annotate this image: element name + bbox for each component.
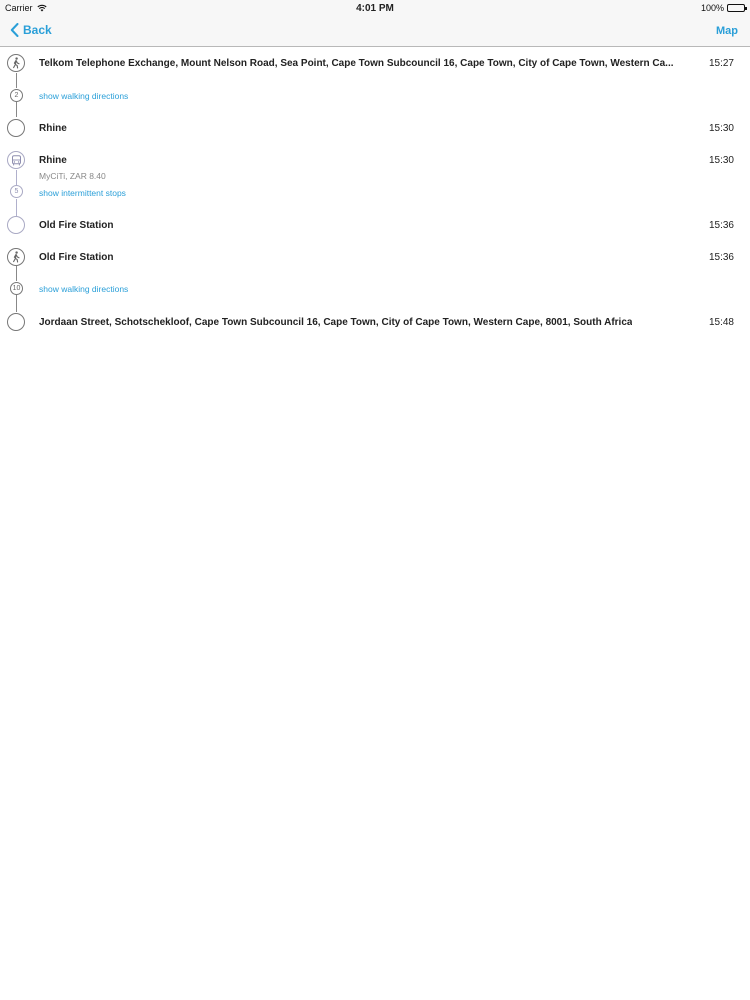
show-walking-directions-link[interactable]: show walking directions	[39, 91, 128, 101]
step-subtitle: MyCiTi, ZAR 8.40	[39, 171, 106, 181]
step-time: 15:36	[708, 220, 734, 231]
step-title: Old Fire Station	[39, 220, 114, 231]
step-count-badge: 2	[10, 89, 23, 102]
show-walking-directions-link[interactable]: show walking directions	[39, 284, 128, 294]
itinerary-step[interactable]: Rhine 15:30	[0, 117, 750, 139]
itinerary-step[interactable]: Telkom Telephone Exchange, Mount Nelson …	[0, 47, 750, 79]
step-time: 15:48	[708, 317, 734, 328]
bus-icon	[7, 151, 25, 169]
status-bar: Carrier 4:01 PM 100%	[0, 0, 750, 16]
stop-count-badge: 5	[10, 185, 23, 198]
battery-icon	[727, 4, 747, 12]
itinerary-substep: 10 show walking directions	[0, 280, 750, 298]
chevron-left-icon	[10, 23, 19, 37]
step-count-badge: 10	[10, 282, 23, 295]
stop-marker-icon	[7, 119, 25, 137]
step-title: Old Fire Station	[39, 252, 114, 263]
map-button[interactable]: Map	[716, 25, 738, 37]
destination-marker-icon	[7, 313, 25, 331]
step-title: Jordaan Street, Schotschekloof, Cape Tow…	[39, 317, 633, 328]
step-time: 15:30	[708, 155, 734, 166]
back-button[interactable]: Back	[10, 23, 52, 37]
stop-marker-icon	[7, 216, 25, 234]
step-title: Telkom Telephone Exchange, Mount Nelson …	[39, 58, 674, 69]
itinerary-step[interactable]: Jordaan Street, Schotschekloof, Cape Tow…	[0, 311, 750, 333]
back-label: Back	[23, 23, 52, 37]
itinerary-step[interactable]: Old Fire Station 15:36	[0, 214, 750, 236]
step-time: 15:36	[708, 252, 734, 263]
itinerary-step[interactable]: Rhine MyCiTi, ZAR 8.40 15:30	[0, 149, 750, 185]
itinerary-step[interactable]: Old Fire Station 15:36	[0, 246, 750, 268]
step-time: 15:27	[708, 58, 734, 69]
battery-indicator: 100%	[700, 3, 747, 13]
show-intermittent-stops-link[interactable]: show intermittent stops	[39, 188, 126, 198]
walking-icon	[7, 248, 25, 266]
itinerary-substep: 2 show walking directions	[0, 87, 750, 105]
step-time: 15:30	[708, 123, 734, 134]
step-title: Rhine	[39, 155, 67, 166]
step-title: Rhine	[39, 123, 67, 134]
itinerary-substep: 5 show intermittent stops	[0, 184, 750, 202]
walk-leg-line	[15, 266, 17, 281]
status-time: 4:01 PM	[356, 3, 394, 14]
navigation-bar: Back Map	[0, 16, 750, 47]
battery-percent: 100%	[700, 3, 724, 13]
walking-icon	[7, 54, 25, 72]
